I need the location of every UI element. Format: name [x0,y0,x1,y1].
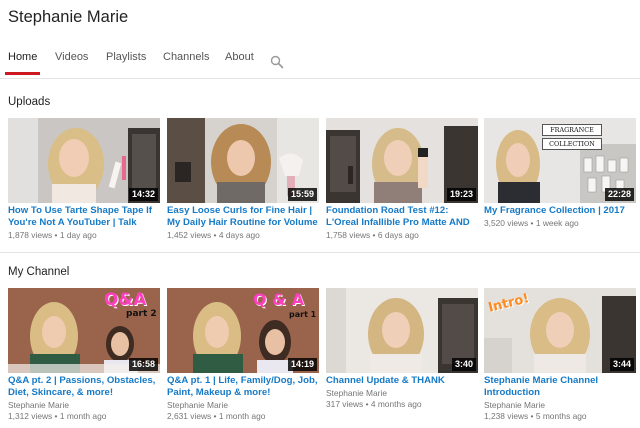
video-title[interactable]: Q&A pt. 2 | Passions, Obstacles, Diet, S… [8,375,160,398]
video-card[interactable]: Q & A part 1 14:19 Q&A pt. 1 | Life, Fam… [167,288,319,428]
video-card[interactable]: 3:40 Channel Update & THANK YOU!!!! Step… [326,288,478,428]
video-card[interactable]: 15:59 Easy Loose Curls for Fine Hair | M… [167,118,319,258]
video-thumbnail[interactable]: Q&A part 2 16:58 [8,288,160,373]
video-card[interactable]: 14:32 How To Use Tarte Shape Tape If You… [8,118,160,258]
video-thumbnail[interactable]: 3:40 [326,288,478,373]
channel-home-content: Uploads 14:32 How To Use Tarte Shape Tap… [0,79,640,428]
video-meta: 1,238 views • 5 months ago [484,411,587,421]
video-duration: 19:23 [446,188,476,201]
video-age: 1 month ago [59,411,107,421]
tab-about[interactable]: About [225,51,254,78]
tab-channels[interactable]: Channels [163,51,209,78]
tab-videos[interactable]: Videos [55,51,88,78]
video-views: 1,238 views [484,411,529,421]
video-title[interactable]: Easy Loose Curls for Fine Hair | My Dail… [167,205,319,228]
section-divider [0,252,640,253]
video-channel[interactable]: Stephanie Marie [484,400,545,410]
video-card[interactable]: Q&A part 2 16:58 Q&A pt. 2 | Passions, O… [8,288,160,428]
overlay-line: FRAGRANCE [542,124,602,136]
thumbnail-overlay-text: FRAGRANCE COLLECTION [542,124,602,150]
video-thumbnail[interactable]: Intro! 3:44 [484,288,636,373]
video-duration: 3:40 [451,358,476,371]
video-age: 1 month ago [218,411,266,421]
thumbnail-overlay-subtext: part 2 [126,309,157,319]
video-meta: 3,520 views • 1 week ago [484,218,579,228]
video-channel[interactable]: Stephanie Marie [326,388,387,398]
video-title[interactable]: Q&A pt. 1 | Life, Family/Dog, Job, Paint… [167,375,319,398]
video-views: 1,312 views [8,411,53,421]
video-title[interactable]: Foundation Road Test #12: L'Oreal Infall… [326,205,478,228]
video-views: 317 views [326,399,364,409]
my-channel-section-title[interactable]: My Channel [8,266,69,278]
uploads-section-title[interactable]: Uploads [8,96,50,108]
video-duration: 22:28 [604,188,634,201]
video-title[interactable]: My Fragrance Collection | 2017 [484,205,636,217]
video-age: 4 days ago [218,230,260,240]
video-channel[interactable]: Stephanie Marie [8,400,69,410]
tab-home[interactable]: Home [4,51,41,78]
video-views: 1,452 views [167,230,212,240]
video-meta: 1,452 views • 4 days ago [167,230,260,240]
video-age: 4 months ago [370,399,422,409]
video-title[interactable]: Channel Update & THANK YOU!!!! [326,375,478,387]
video-thumbnail[interactable]: 19:23 [326,118,478,203]
video-meta: 2,631 views • 1 month ago [167,411,266,421]
video-title[interactable]: How To Use Tarte Shape Tape If You're No… [8,205,160,228]
video-meta: 1,312 views • 1 month ago [8,411,107,421]
video-duration: 3:44 [609,358,634,371]
video-channel[interactable]: Stephanie Marie [167,400,228,410]
video-duration: 15:59 [287,188,317,201]
video-thumbnail[interactable]: FRAGRANCE COLLECTION 22:28 [484,118,636,203]
video-age: 1 week ago [535,218,579,228]
video-thumbnail[interactable]: 15:59 [167,118,319,203]
video-meta: 1,758 views • 6 days ago [326,230,419,240]
search-icon[interactable] [270,55,284,69]
video-thumbnail[interactable]: 14:32 [8,118,160,203]
overlay-line: COLLECTION [542,138,602,150]
tab-playlists[interactable]: Playlists [106,51,146,78]
channel-title: Stephanie Marie [8,8,129,26]
video-age: 1 day ago [59,230,97,240]
video-meta: 317 views • 4 months ago [326,399,422,409]
video-card[interactable]: Intro! 3:44 Stephanie Marie Channel Intr… [484,288,636,428]
video-meta: 1,878 views • 1 day ago [8,230,97,240]
video-views: 3,520 views [484,218,529,228]
video-card[interactable]: FRAGRANCE COLLECTION 22:28 My Fragrance … [484,118,636,258]
thumbnail-overlay-text: Q&A [104,290,147,310]
channel-header: Stephanie Marie Home Videos Playlists Ch… [0,0,640,79]
video-title[interactable]: Stephanie Marie Channel Introduction [484,375,636,398]
thumbnail-overlay-subtext: part 1 [289,310,317,319]
video-age: 6 days ago [377,230,419,240]
video-duration: 14:19 [287,358,317,371]
thumbnail-overlay-text: Q & A [253,290,305,309]
video-duration: 14:32 [128,188,158,201]
video-card[interactable]: 19:23 Foundation Road Test #12: L'Oreal … [326,118,478,258]
video-age: 5 months ago [535,411,587,421]
video-views: 1,758 views [326,230,371,240]
video-views: 2,631 views [167,411,212,421]
video-duration: 16:58 [128,358,158,371]
video-views: 1,878 views [8,230,53,240]
video-thumbnail[interactable]: Q & A part 1 14:19 [167,288,319,373]
